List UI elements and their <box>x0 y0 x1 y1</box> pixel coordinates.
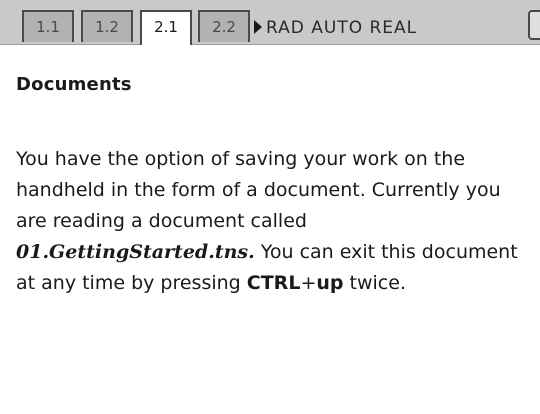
page-title: Documents <box>16 74 132 95</box>
key-ctrl: CTRL <box>246 272 301 294</box>
body-text-part-3: twice. <box>343 272 406 294</box>
tab-2-1[interactable]: 2.1 <box>140 10 192 45</box>
key-plus: + <box>300 272 317 294</box>
tab-2-2[interactable]: 2.2 <box>198 10 250 42</box>
tab-1-2[interactable]: 1.2 <box>81 10 133 42</box>
document-filename: 01.GettingStarted.tns. <box>16 241 255 263</box>
tab-1-1[interactable]: 1.1 <box>22 10 74 42</box>
battery-icon <box>528 10 540 40</box>
mode-indicator: RAD AUTO REAL <box>266 18 418 38</box>
body-text-part-1: You have the option of saving your work … <box>16 148 501 232</box>
key-up: up <box>316 272 344 294</box>
play-arrow-icon <box>254 20 262 34</box>
status-bar: 1.1 1.2 2.1 2.2 RAD AUTO REAL <box>0 0 540 45</box>
document-page: Documents You have the option of saving … <box>0 46 540 414</box>
body-paragraph: You have the option of saving your work … <box>16 144 531 299</box>
